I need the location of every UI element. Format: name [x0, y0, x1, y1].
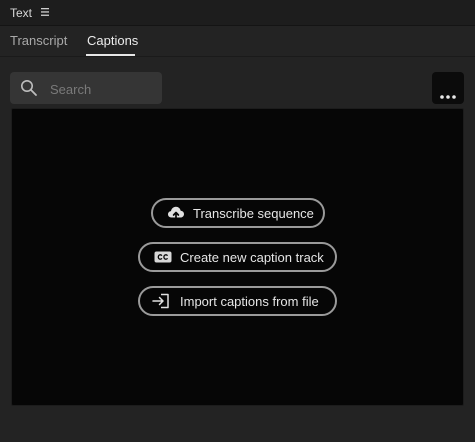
cloud-upload-icon: [167, 205, 185, 221]
tab-captions[interactable]: Captions: [87, 33, 138, 48]
import-icon: [152, 293, 170, 309]
active-tab-indicator: [86, 54, 135, 56]
closed-caption-icon: [154, 249, 172, 265]
more-options-button[interactable]: [432, 72, 464, 104]
panel-title: Text: [10, 6, 33, 20]
tab-bar: Transcript Captions: [0, 26, 475, 57]
ellipsis-icon: [440, 86, 456, 99]
captions-area: Transcribe sequence Create new caption t…: [11, 108, 464, 406]
transcribe-sequence-label: Transcribe sequence: [193, 206, 314, 221]
text-panel: Text Transcript Captions Search Transcri…: [0, 0, 475, 442]
create-caption-track-label: Create new caption track: [180, 250, 324, 265]
tab-transcript[interactable]: Transcript: [10, 33, 67, 48]
transcribe-sequence-button[interactable]: Transcribe sequence: [151, 198, 325, 228]
search-input[interactable]: [48, 78, 160, 100]
hamburger-menu-icon[interactable]: [38, 5, 52, 19]
import-captions-label: Import captions from file: [180, 294, 319, 309]
import-captions-button[interactable]: Import captions from file: [138, 286, 337, 316]
create-caption-track-button[interactable]: Create new caption track: [138, 242, 337, 272]
search-icon: [20, 79, 38, 97]
search-box[interactable]: [10, 72, 162, 104]
panel-header: Text: [0, 0, 475, 26]
